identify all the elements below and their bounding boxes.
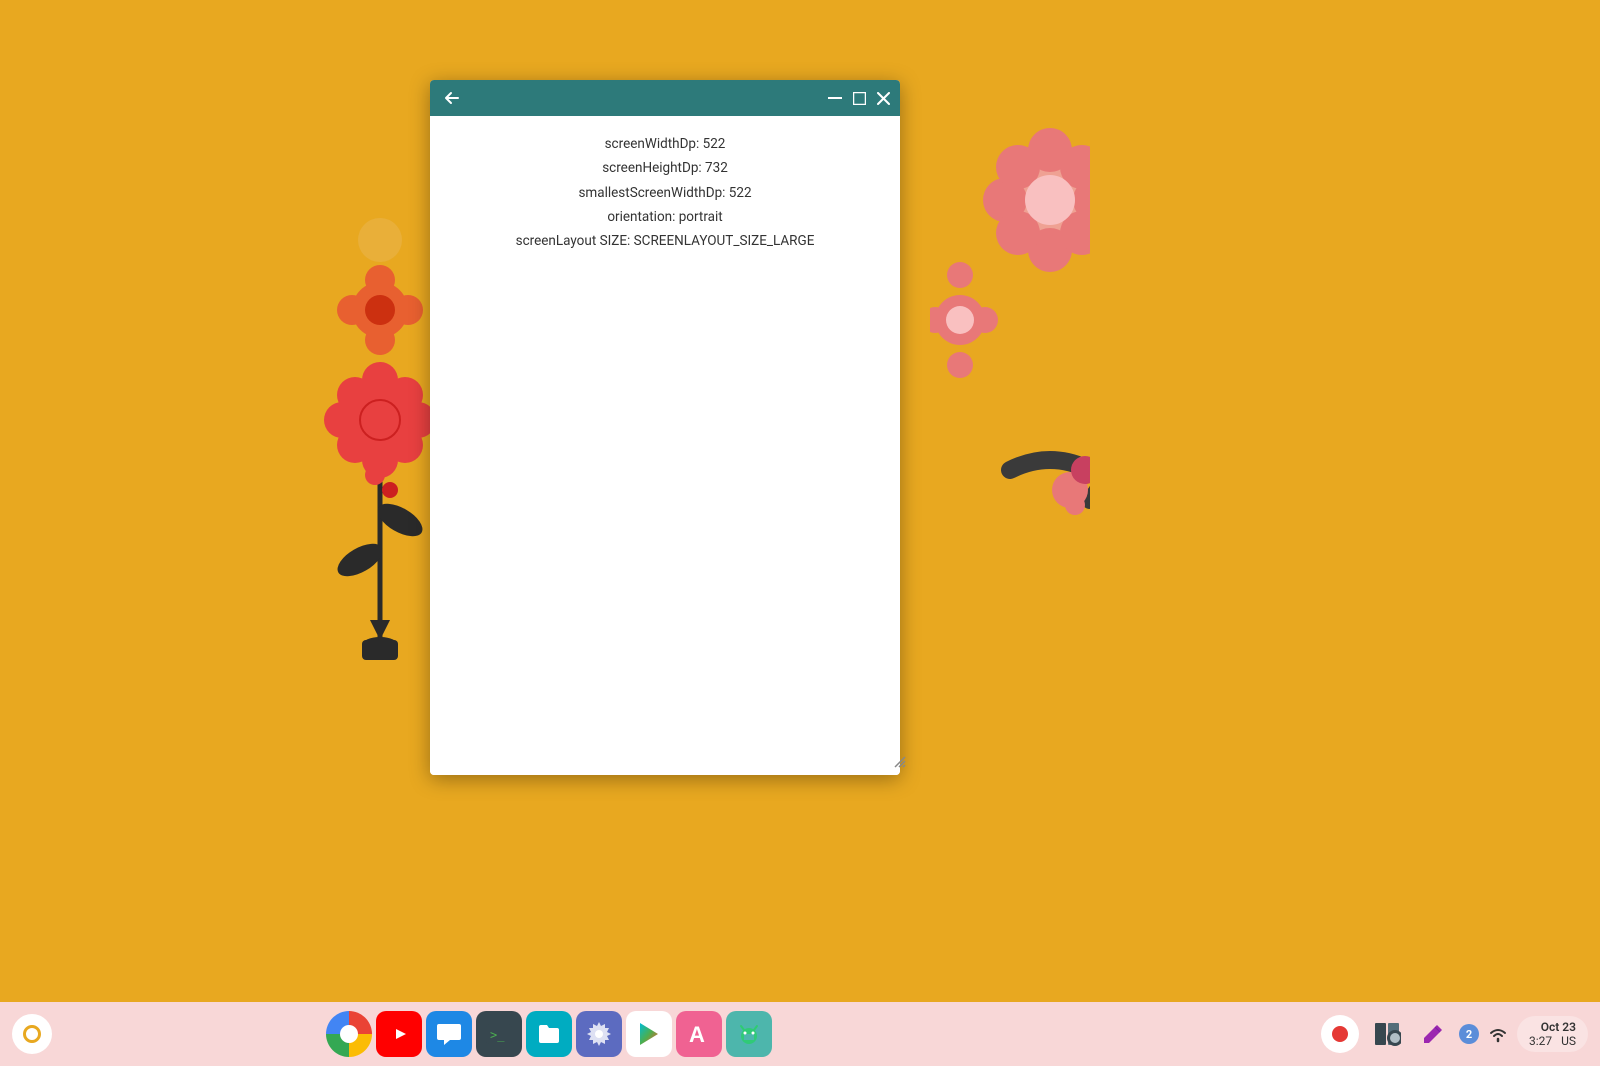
system-tray[interactable]: Oct 23 3:27 US [1517,1016,1588,1052]
orientation: orientation: portrait [450,205,880,229]
screen-height-dp: screenHeightDp: 732 [450,156,880,180]
reader-icon[interactable] [1367,1014,1407,1054]
taskbar-left [12,1014,52,1054]
smallest-screen-width-dp: smallestScreenWidthDp: 522 [450,181,880,205]
close-button[interactable] [874,89,892,107]
decoration-right [930,120,1090,600]
time-display: 3:27 US [1529,1034,1576,1048]
svg-text:A: A [689,1022,705,1047]
screen-layout-size: screenLayout SIZE: SCREENLAYOUT_SIZE_LAR… [450,229,880,253]
taskbar-center: >_ [326,1011,772,1057]
wifi-icon [1487,1025,1509,1043]
play-store-icon[interactable] [626,1011,672,1057]
svg-text:>_: >_ [490,1028,505,1042]
messages-icon[interactable] [426,1011,472,1057]
date-time-display: Oct 23 3:27 US [1529,1020,1576,1048]
android-studio-icon[interactable] [726,1011,772,1057]
launcher-button[interactable] [12,1014,52,1054]
window-titlebar [430,80,900,116]
back-button[interactable] [438,84,466,112]
app-store-icon[interactable]: A [676,1011,722,1057]
maximize-button[interactable] [850,89,868,107]
pen-icon[interactable] [1415,1016,1451,1052]
taskbar: >_ [0,1002,1600,1066]
window-controls [826,89,892,107]
record-icon[interactable] [1321,1015,1359,1053]
minimize-button[interactable] [826,89,844,107]
desktop: screenWidthDp: 522 screenHeightDp: 732 s… [0,0,1600,1066]
notification-badge[interactable]: 2 [1459,1024,1479,1044]
terminal-icon[interactable]: >_ [476,1011,522,1057]
settings-icon[interactable] [576,1011,622,1057]
resize-handle[interactable] [893,755,909,771]
date-display: Oct 23 [1529,1020,1576,1034]
youtube-icon[interactable] [376,1011,422,1057]
files-icon[interactable] [526,1011,572,1057]
window-content: screenWidthDp: 522 screenHeightDp: 732 s… [430,116,900,775]
taskbar-right: 2 Oct 23 3:27 US [1321,1014,1588,1054]
app-window: screenWidthDp: 522 screenHeightDp: 732 s… [430,80,900,775]
chrome-icon[interactable] [326,1011,372,1057]
screen-width-dp: screenWidthDp: 522 [450,132,880,156]
